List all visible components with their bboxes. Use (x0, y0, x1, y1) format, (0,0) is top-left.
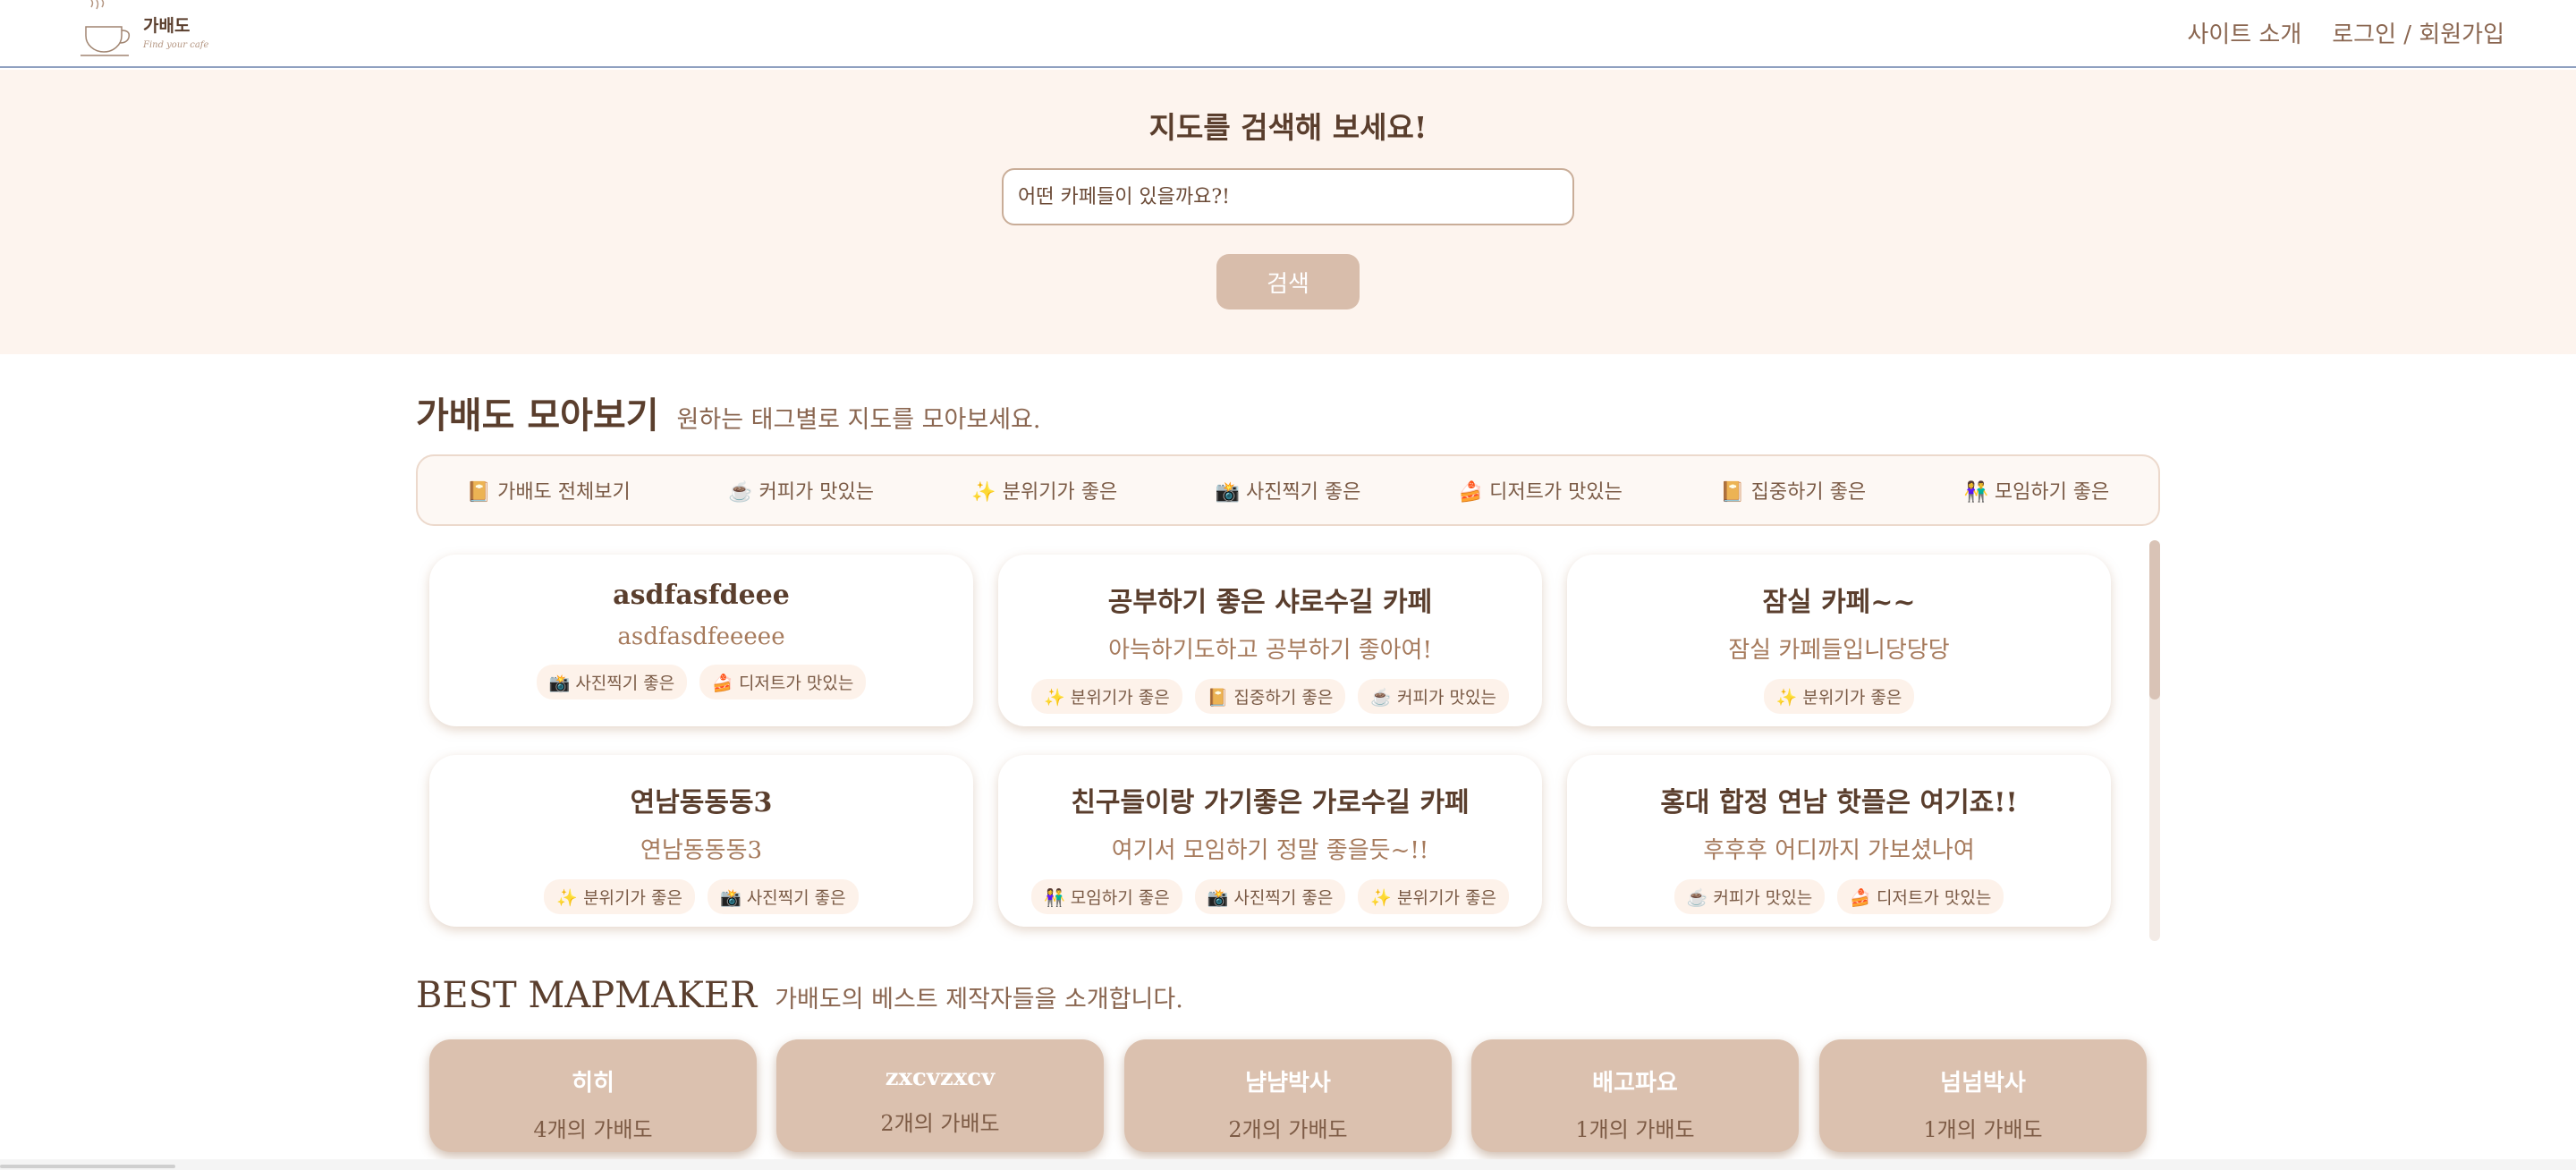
card-tag: ✨ 분위기가 좋은 (1031, 679, 1182, 714)
card-description: 연남동동동3 (640, 837, 763, 864)
best-subtitle: 가배도의 베스트 제작자들을 소개합니다. (775, 986, 1183, 1013)
map-card[interactable]: 홍대 합정 연남 핫플은 여기죠!! 후후후 어디까지 가보셨나여 ☕ 커피가 … (1567, 755, 2111, 927)
card-tag: ✨ 분위기가 좋은 (1763, 679, 1915, 714)
search-hero: 지도를 검색해 보세요! 검색 (0, 70, 2576, 354)
mapmaker-count: 4개의 가배도 (533, 1117, 653, 1142)
card-title: 친구들이랑 가기좋은 가로수길 카페 (1071, 787, 1470, 818)
card-tag: 📸 사진찍기 좋은 (536, 665, 688, 699)
collection-title: 가배도 모아보기 (416, 394, 659, 437)
search-button[interactable]: 검색 (1216, 254, 1360, 309)
logo-subtitle: Find your cafe (143, 40, 209, 50)
map-card[interactable]: 연남동동동3 연남동동동3 ✨ 분위기가 좋은 📸 사진찍기 좋은 (429, 755, 973, 927)
tag-focus[interactable]: 📔 집중하기 좋은 (1720, 476, 1866, 504)
top-header: 가배도 Find your cafe 사이트 소개 로그인 / 회원가입 (0, 0, 2576, 68)
mapmaker-card[interactable]: 냠냠박사 2개의 가배도 (1124, 1039, 1452, 1152)
card-tag: ☕ 커피가 맛있는 (1674, 879, 1826, 914)
mapmaker-count: 1개의 가배도 (1923, 1117, 2043, 1142)
nav-about-link[interactable]: 사이트 소개 (2187, 16, 2301, 49)
card-title: 잠실 카페~~ (1762, 587, 1916, 618)
mapmaker-name: 히히 (572, 1070, 614, 1097)
card-title: 연남동동동3 (630, 787, 773, 818)
nav-login-link[interactable]: 로그인 / 회원가입 (2332, 16, 2504, 49)
card-tag: 🍰 디저트가 맛있는 (1837, 879, 2004, 914)
tag-mood[interactable]: ✨ 분위기가 좋은 (971, 476, 1117, 504)
mapmaker-count: 1개의 가배도 (1575, 1117, 1695, 1142)
mapmaker-name: 배고파요 (1592, 1070, 1678, 1097)
mapmaker-count: 2개의 가배도 (1228, 1117, 1348, 1142)
site-logo[interactable]: 가배도 Find your cafe (79, 0, 208, 63)
mapmaker-card[interactable]: 넘넘박사 1개의 가배도 (1819, 1039, 2147, 1152)
mapmaker-card[interactable]: 배고파요 1개의 가배도 (1471, 1039, 1799, 1152)
collection-heading: 가배도 모아보기 원하는 태그별로 지도를 모아보세요. (416, 386, 1040, 438)
map-card-grid: asdfasfdeee asdfasdfeeeee 📸 사진찍기 좋은 🍰 디저… (416, 538, 2160, 941)
tag-all[interactable]: 📔 가배도 전체보기 (467, 476, 631, 504)
mapmaker-name: zxcvzxcv (885, 1064, 996, 1091)
map-card[interactable]: asdfasfdeee asdfasdfeeeee 📸 사진찍기 좋은 🍰 디저… (429, 555, 973, 726)
best-mapmaker-list: 히히 4개의 가배도 zxcvzxcv 2개의 가배도 냠냠박사 2개의 가배도… (429, 1039, 2147, 1156)
card-title: asdfasfdeee (613, 580, 790, 611)
best-heading: BEST MAPMAKER 가배도의 베스트 제작자들을 소개합니다. (416, 975, 1183, 1016)
tag-dessert[interactable]: 🍰 디저트가 맛있는 (1459, 476, 1623, 504)
best-title: BEST MAPMAKER (416, 975, 758, 1016)
tag-coffee[interactable]: ☕ 커피가 맛있는 (728, 476, 874, 504)
map-card[interactable]: 친구들이랑 가기좋은 가로수길 카페 여기서 모임하기 정말 좋을듯~!! 👫 … (998, 755, 1542, 927)
card-title: 홍대 합정 연남 핫플은 여기죠!! (1660, 787, 2018, 818)
tag-photo[interactable]: 📸 사진찍기 좋은 (1216, 476, 1361, 504)
mapmaker-card[interactable]: zxcvzxcv 2개의 가배도 (776, 1039, 1104, 1152)
top-nav: 사이트 소개 로그인 / 회원가입 (2187, 16, 2504, 49)
collection-subtitle: 원하는 태그별로 지도를 모아보세요. (676, 406, 1041, 434)
map-card[interactable]: 잠실 카페~~ 잠실 카페들입니당당당 ✨ 분위기가 좋은 (1567, 555, 2111, 726)
card-tag: 📔 집중하기 좋은 (1194, 679, 1346, 714)
card-tag: ☕ 커피가 맛있는 (1358, 679, 1509, 714)
card-description: 아늑하기도하고 공부하기 좋아여! (1108, 637, 1432, 664)
mapmaker-count: 2개의 가배도 (880, 1111, 1000, 1136)
card-tag: 🍰 디저트가 맛있는 (699, 665, 867, 699)
card-tag: ✨ 분위기가 좋은 (544, 879, 695, 914)
map-card[interactable]: 공부하기 좋은 샤로수길 카페 아늑하기도하고 공부하기 좋아여! ✨ 분위기가… (998, 555, 1542, 726)
tag-filter-bar: 📔 가배도 전체보기 ☕ 커피가 맛있는 ✨ 분위기가 좋은 📸 사진찍기 좋은… (416, 454, 2160, 526)
card-tag: 📸 사진찍기 좋은 (708, 879, 859, 914)
logo-title: 가배도 (143, 16, 191, 36)
scrollbar-thumb[interactable] (2149, 540, 2160, 699)
card-tag: ✨ 분위기가 좋은 (1358, 879, 1509, 914)
mapmaker-name: 넘넘박사 (1940, 1070, 2026, 1097)
page-horizontal-scrollbar[interactable] (0, 1159, 2576, 1170)
card-grid-scrollbar[interactable] (2149, 540, 2160, 941)
coffee-cup-icon (80, 0, 131, 56)
card-description: 후후후 어디까지 가보셨나여 (1703, 837, 1975, 864)
card-description: 여기서 모임하기 정말 좋을듯~!! (1111, 837, 1429, 864)
card-description: 잠실 카페들입니당당당 (1728, 637, 1950, 664)
card-description: asdfasdfeeeee (617, 623, 785, 650)
card-title: 공부하기 좋은 샤로수길 카페 (1107, 587, 1433, 618)
search-input[interactable] (1002, 168, 1574, 225)
mapmaker-card[interactable]: 히히 4개의 가배도 (429, 1039, 757, 1152)
page-scrollbar-thumb[interactable] (0, 1165, 175, 1168)
mapmaker-name: 냠냠박사 (1245, 1070, 1331, 1097)
hero-title: 지도를 검색해 보세요! (1148, 110, 1428, 145)
tag-meeting[interactable]: 👫 모임하기 좋은 (1963, 476, 2109, 504)
card-tag: 👫 모임하기 좋은 (1031, 879, 1182, 914)
card-tag: 📸 사진찍기 좋은 (1194, 879, 1346, 914)
